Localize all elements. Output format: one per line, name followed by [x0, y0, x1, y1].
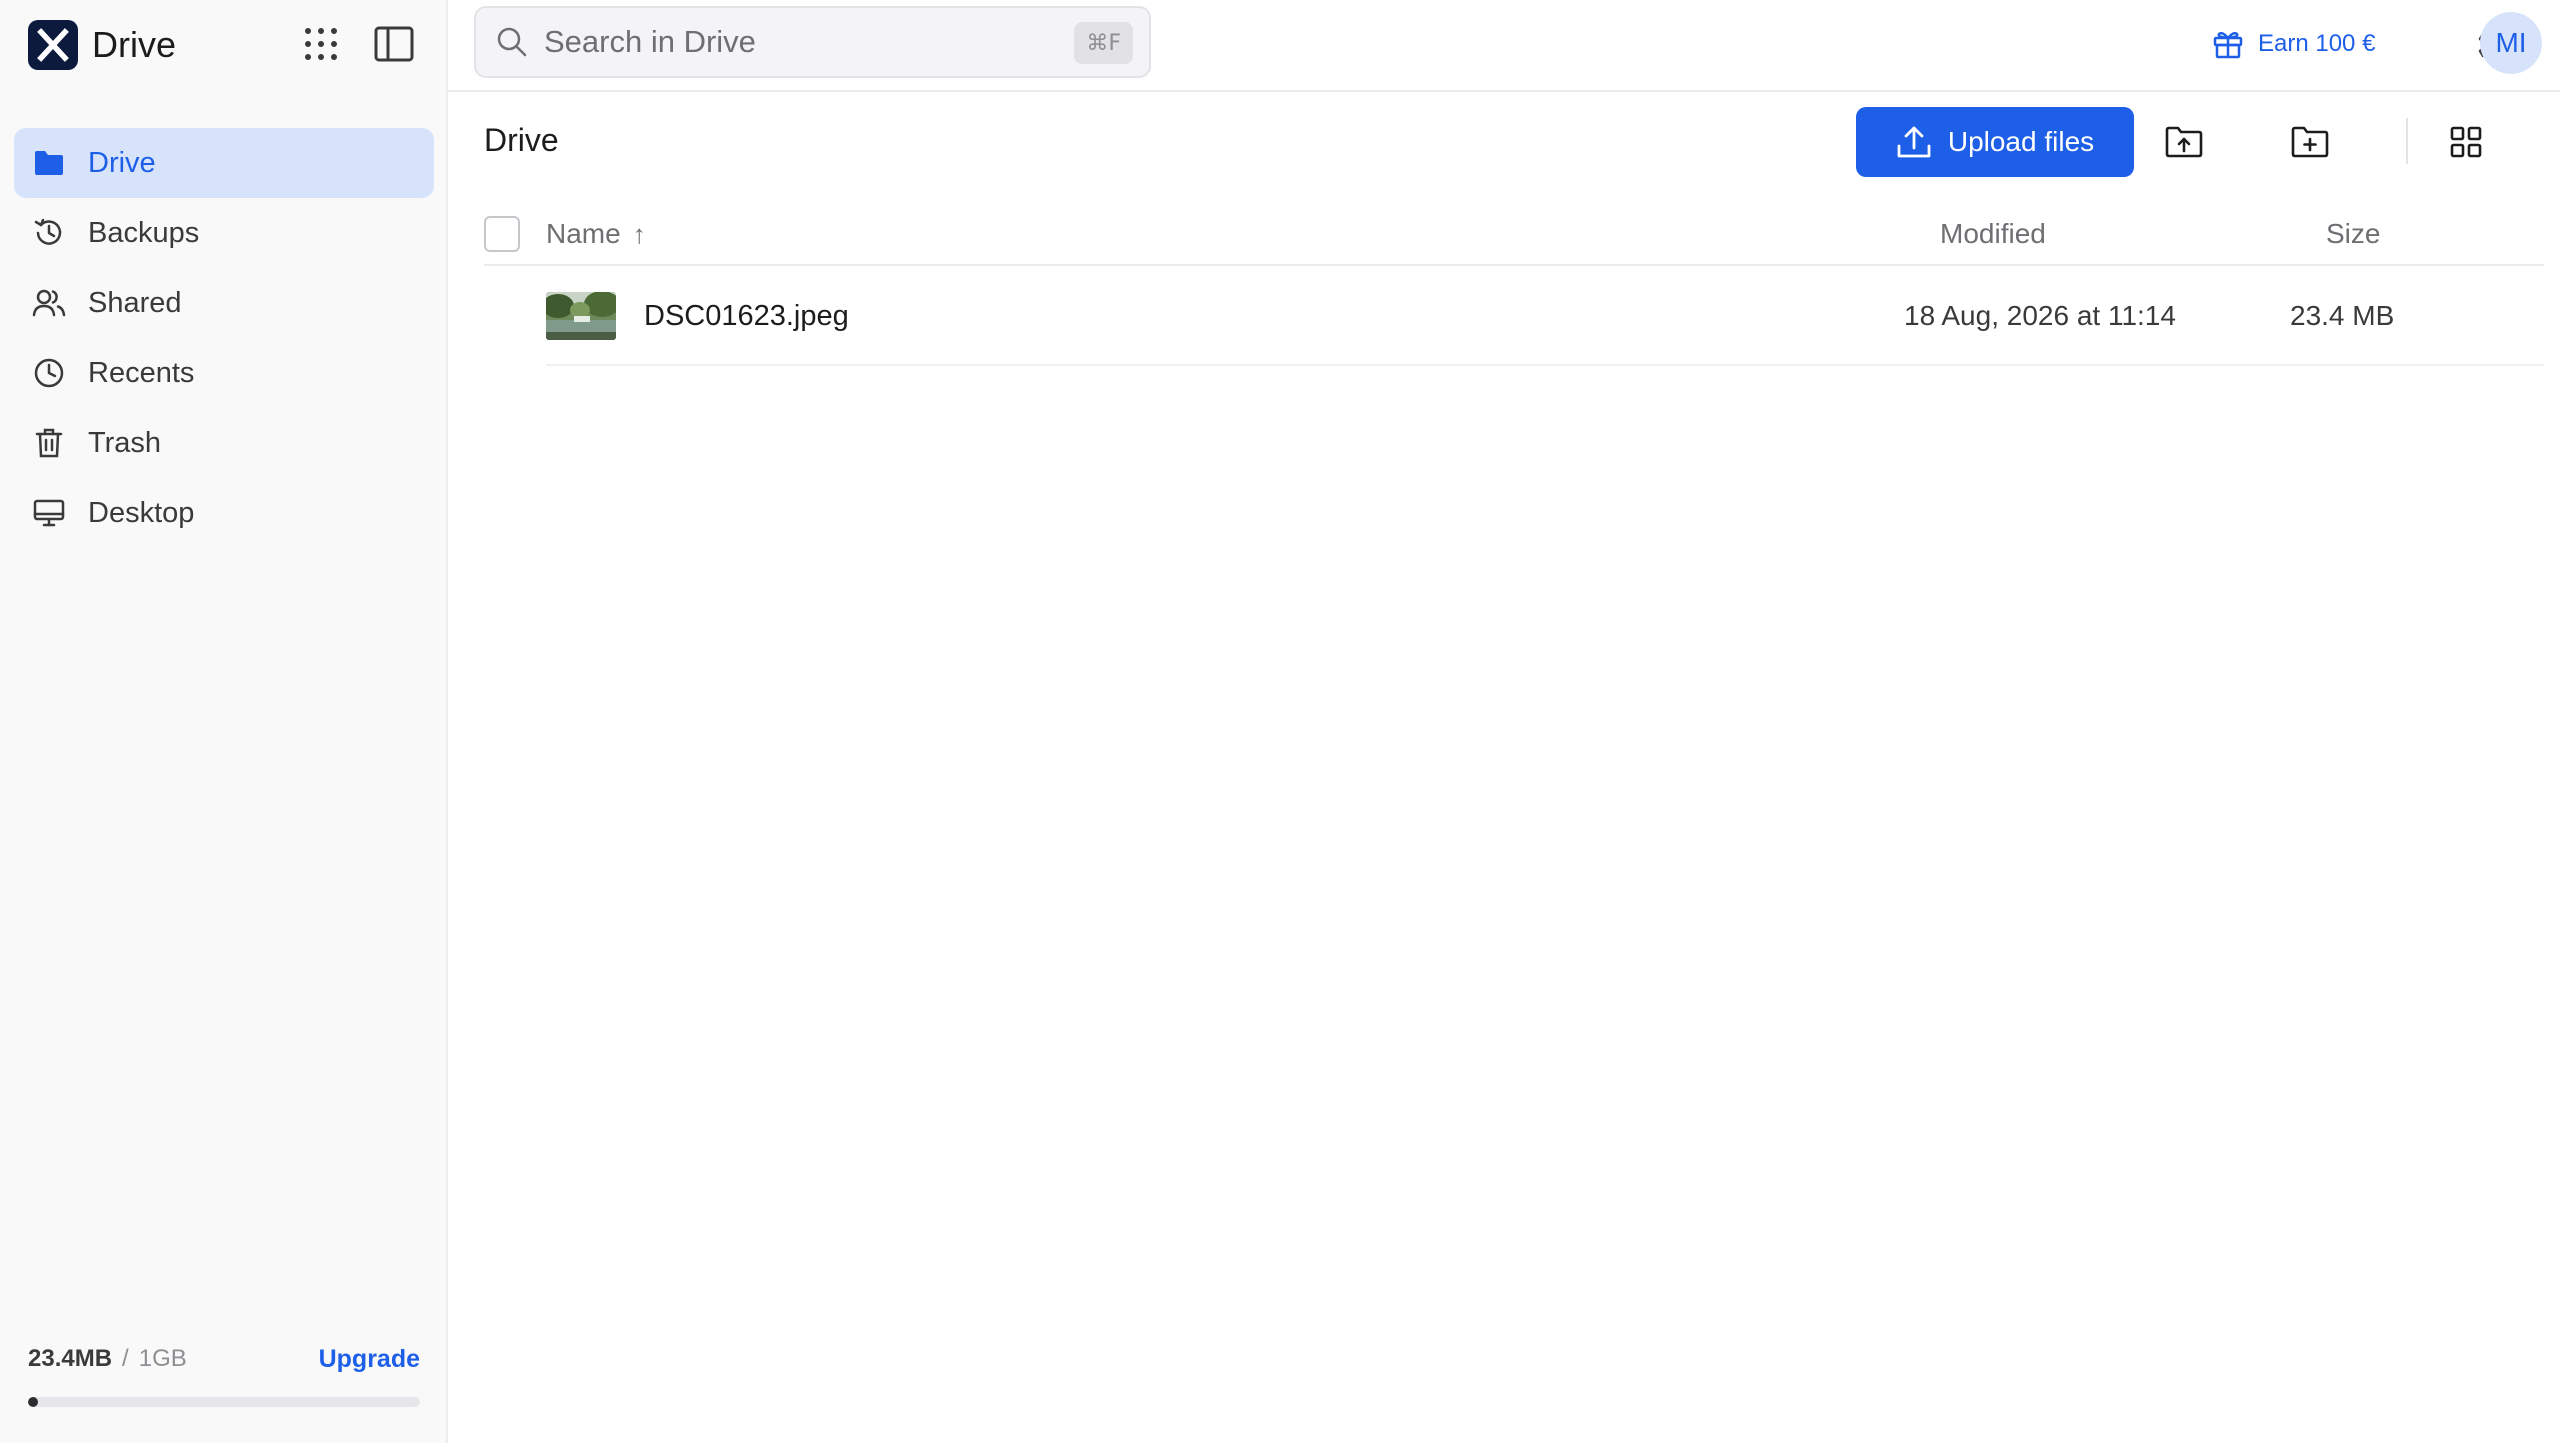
brand-name: Drive [92, 24, 177, 65]
file-list-header: Name ↑ Modified Size [484, 202, 2544, 266]
column-header-size[interactable]: Size [2326, 218, 2380, 250]
history-icon [32, 216, 66, 250]
sidebar-item-trash[interactable]: Trash [14, 408, 434, 478]
sidebar-item-label: Trash [88, 426, 162, 459]
select-all-checkbox[interactable] [484, 216, 520, 252]
column-header-modified[interactable]: Modified [1940, 218, 2046, 250]
column-header-name[interactable]: Name ↑ [546, 218, 646, 250]
file-thumbnail [546, 292, 616, 340]
table-row[interactable]: DSC01623.jpeg 18 Aug, 2026 at 11:14 23.4… [546, 274, 2544, 366]
apps-grid-button[interactable] [293, 18, 349, 70]
clock-icon [32, 356, 66, 390]
upload-icon [1897, 126, 1931, 158]
sidebar-item-label: Recents [88, 356, 195, 389]
sort-ascending-icon: ↑ [632, 218, 646, 249]
sidebar-item-label: Shared [88, 286, 182, 319]
column-name-label: Name [546, 218, 621, 249]
main-content: Drive Upload files Name ↑ Modified Size … [448, 92, 2560, 1443]
new-folder-button[interactable] [2282, 114, 2338, 170]
search-shortcut-badge: ⌘F [1074, 22, 1133, 64]
earn-label: Earn 100 € [2258, 30, 2376, 57]
storage-used: 23.4MB [28, 1345, 113, 1372]
storage-progress-bar [28, 1397, 420, 1407]
earn-referral-button[interactable]: Earn 100 € [2212, 24, 2375, 64]
sidebar-item-backups[interactable]: Backups [14, 198, 434, 268]
search-box[interactable]: ⌘F [474, 6, 1151, 78]
storage-progress-fill [28, 1397, 38, 1407]
storage-usage: 23.4MB / 1GB Upgrade [28, 1345, 420, 1407]
file-name: DSC01623.jpeg [644, 300, 849, 332]
upload-files-button[interactable]: Upload files [1856, 107, 2134, 177]
sidebar-item-label: Backups [88, 216, 200, 249]
sidebar-item-label: Desktop [88, 496, 195, 529]
sidebar-panel-icon [374, 26, 414, 62]
grid-view-icon [2450, 126, 2482, 158]
storage-total: 1GB [138, 1345, 187, 1372]
gift-icon [2213, 31, 2243, 59]
internxt-logo-icon [28, 20, 78, 70]
toolbar-divider [2406, 118, 2408, 164]
sidebar-item-desktop[interactable]: Desktop [14, 478, 434, 548]
sidebar-item-label: Drive [88, 146, 156, 179]
trash-icon [32, 426, 66, 460]
sidebar-item-drive[interactable]: Drive [14, 128, 434, 198]
page-title: Drive [484, 122, 559, 158]
brand[interactable]: Drive [28, 20, 176, 70]
sidebar-item-shared[interactable]: Shared [14, 268, 434, 338]
top-bar: ⌘F Earn 100 € [448, 0, 2560, 92]
upload-folder-button[interactable] [2156, 114, 2212, 170]
file-modified: 18 Aug, 2026 at 11:14 [1904, 300, 2176, 331]
sidebar: Drive Drive Backups Shared Recents Trash… [0, 0, 448, 1443]
search-icon [497, 27, 527, 57]
drive-app: Drive Drive Backups Shared Recents Trash… [0, 0, 2560, 1443]
users-icon [32, 286, 66, 320]
sidebar-nav: Drive Backups Shared Recents Trash Deskt… [14, 128, 434, 548]
folder-icon [32, 146, 66, 180]
folder-plus-icon [2291, 126, 2329, 158]
monitor-icon [32, 496, 66, 530]
apps-grid-icon [305, 28, 337, 60]
sidebar-item-recents[interactable]: Recents [14, 338, 434, 408]
grid-view-button[interactable] [2438, 114, 2494, 170]
search-input[interactable] [544, 24, 1064, 60]
folder-upload-icon [2165, 126, 2203, 158]
upload-files-label: Upload files [1947, 126, 2095, 157]
upgrade-link[interactable]: Upgrade [319, 1345, 420, 1374]
user-avatar[interactable]: MI [2480, 12, 2542, 74]
storage-separator: / [122, 1345, 129, 1372]
file-size: 23.4 MB [2290, 300, 2395, 331]
sidebar-toggle-button[interactable] [366, 18, 422, 70]
